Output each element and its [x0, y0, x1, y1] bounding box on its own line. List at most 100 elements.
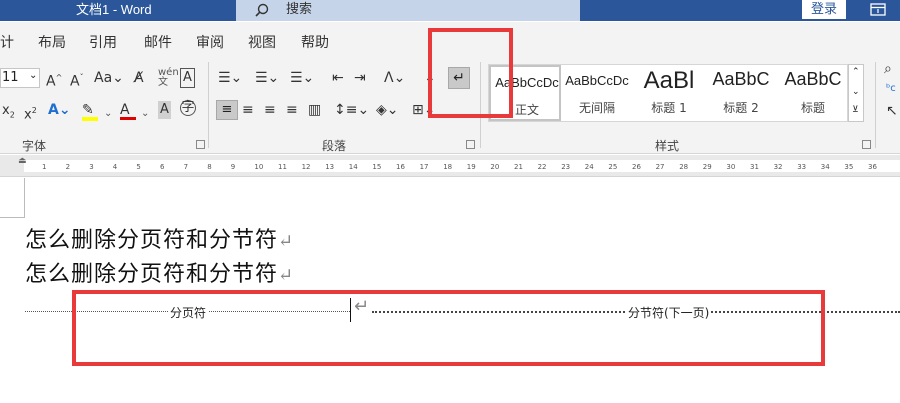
font-size-value: 11	[2, 70, 19, 85]
ruler-tick: 14	[348, 163, 358, 171]
bullets-icon[interactable]: ☰⌄	[218, 69, 242, 87]
decrease-indent-icon[interactable]: ⇤	[332, 69, 344, 87]
ruler-tick: 20	[490, 163, 500, 171]
styles-scroll[interactable]: ⌃ ⌄ ⊻	[848, 64, 864, 122]
ruler-tick: 8	[207, 163, 212, 171]
ruler-tick: 17	[419, 163, 429, 171]
ruler-tick: 7	[183, 163, 189, 171]
styles-gallery: AaBbCcDc 正文 AaBbCcDc 无间隔 AaBl 标题 1 AaBbC…	[488, 64, 848, 122]
distributed-icon[interactable]: ▥	[308, 101, 321, 119]
horizontal-ruler: 1 2 3 4 5 6 7 8 9 10 11 12 13 14 15 16 17 18 19 20 21 22 23 24 2…	[0, 155, 900, 177]
group-separator	[875, 62, 876, 148]
tab-layout[interactable]: 布局	[38, 32, 66, 52]
font-size-box[interactable]: 11 ⌄	[0, 68, 40, 88]
align-left-button[interactable]: ≡	[216, 100, 238, 120]
style-no-spacing[interactable]: AaBbCcDc 无间隔	[561, 65, 633, 121]
replace-icon[interactable]: ᵇc	[886, 80, 896, 98]
ruler-tick: 30	[726, 163, 736, 171]
select-icon[interactable]: ↖	[886, 102, 898, 120]
ruler-tick: 23	[561, 163, 571, 171]
title-bar: 文档1 - Word 搜索 登录	[0, 0, 900, 21]
ribbon-display-options-icon[interactable]	[868, 1, 888, 18]
character-shading-icon[interactable]: A	[158, 101, 171, 119]
ruler-tick: 4	[112, 163, 118, 171]
search-placeholder: 搜索	[286, 2, 313, 17]
ruler-tick: 15	[372, 163, 382, 171]
clear-formatting-icon[interactable]: A̸	[134, 69, 144, 87]
chevron-down-icon[interactable]: ⌄	[104, 105, 112, 123]
align-right-icon[interactable]: ≡	[264, 101, 276, 119]
tab-help[interactable]: 帮助	[301, 32, 329, 52]
styles-dialog-launcher-icon[interactable]	[862, 140, 871, 149]
chevron-down-icon: ⌄	[29, 70, 38, 81]
increase-indent-icon[interactable]: ⇥	[354, 69, 366, 87]
ruler-tick: 13	[325, 163, 335, 171]
line-spacing-icon[interactable]: ↕≡⌄	[334, 101, 369, 119]
document-line[interactable]: 怎么删除分页符和分节符↵	[25, 222, 294, 254]
font-color-icon[interactable]: A	[120, 101, 136, 120]
search-box[interactable]: 搜索	[236, 0, 580, 21]
superscript-icon[interactable]: x2	[24, 102, 37, 124]
numbering-icon[interactable]: ☰⌄	[255, 69, 279, 87]
enclose-characters-icon[interactable]: 字	[180, 100, 196, 116]
ruler-tick: 16	[396, 163, 405, 171]
ruler-tick: 34	[820, 163, 830, 171]
ruler-tick: 24	[584, 163, 594, 171]
styles-group-label: 样式	[655, 139, 680, 153]
more-styles-icon[interactable]: ⊻	[852, 105, 859, 115]
ruler-tick: 10	[254, 163, 264, 171]
paragraph-dialog-launcher-icon[interactable]	[466, 140, 475, 149]
ruler-tick: 18	[443, 163, 453, 171]
ruler-tick: 29	[702, 163, 712, 171]
paragraph-mark-icon: ↵	[278, 265, 295, 286]
tab-references[interactable]: 引用	[89, 32, 117, 52]
ruler-tick: 35	[844, 163, 854, 171]
style-heading-1[interactable]: AaBl 标题 1	[633, 65, 705, 121]
indent-marker-icon[interactable]: ⏏	[18, 156, 27, 166]
login-button[interactable]: 登录	[802, 0, 846, 19]
font-group-label: 字体	[22, 139, 47, 153]
document-line[interactable]: 怎么删除分页符和分节符↵	[25, 256, 294, 288]
ruler-tick: 22	[537, 163, 547, 171]
shading-icon[interactable]: ◈⌄	[376, 101, 399, 119]
tab-review[interactable]: 审阅	[196, 32, 224, 52]
style-heading-2[interactable]: AaBbC 标题 2	[705, 65, 777, 121]
subscript-icon[interactable]: x2	[2, 102, 15, 125]
tab-design[interactable]: 计	[0, 32, 14, 52]
change-case-icon[interactable]: Aa⌄	[94, 69, 124, 87]
search-icon	[255, 3, 269, 17]
style-title[interactable]: AaBbC 标题	[777, 65, 849, 121]
character-border-icon[interactable]: A	[180, 68, 195, 88]
shrink-font-icon[interactable]: Aˇ	[70, 69, 84, 91]
font-dialog-launcher-icon[interactable]	[196, 140, 205, 149]
ruler-tick: 26	[632, 163, 641, 171]
paragraph-mark-icon: ↵	[278, 231, 295, 252]
paragraph-group-label: 段落	[322, 139, 347, 153]
highlight-box-show-marks	[428, 28, 513, 118]
ruler-tick: 27	[655, 163, 665, 171]
ruler-tick: 11	[278, 163, 287, 171]
phonetic-guide-icon[interactable]: wén 文	[158, 68, 179, 88]
ruler-tick: 2	[65, 163, 71, 171]
tab-view[interactable]: 视图	[248, 32, 276, 52]
window-title: 文档1 - Word	[76, 2, 152, 17]
grow-font-icon[interactable]: A^	[46, 69, 62, 91]
chinese-layout-icon[interactable]: ᐱ⌄	[384, 69, 405, 87]
ruler-tick: 1	[42, 163, 47, 171]
chevron-down-icon[interactable]: ⌄	[852, 87, 860, 97]
ruler-tick: 33	[797, 163, 807, 171]
group-separator	[208, 62, 209, 148]
chevron-up-icon[interactable]: ⌃	[852, 67, 860, 77]
chevron-down-icon[interactable]: ⌄	[141, 105, 149, 123]
tab-mailings[interactable]: 邮件	[144, 32, 172, 52]
text-effects-icon[interactable]: A⌄	[48, 101, 71, 119]
highlight-color-icon[interactable]: ✎	[82, 101, 98, 121]
multilevel-list-icon[interactable]: ☰⌄	[290, 69, 314, 87]
ruler-tick: 9	[230, 163, 236, 171]
ruler-tick: 5	[136, 163, 141, 171]
ruler-tick: 25	[608, 163, 618, 171]
justify-icon[interactable]: ≡	[286, 101, 298, 119]
center-align-icon[interactable]: ≡	[242, 101, 254, 119]
ruler-strip: 1 2 3 4 5 6 7 8 9 10 11 12 13 14 15 16 17 18 19 20 21 22 23 24 2…	[24, 160, 900, 172]
find-icon[interactable]: ⌕	[884, 60, 892, 78]
